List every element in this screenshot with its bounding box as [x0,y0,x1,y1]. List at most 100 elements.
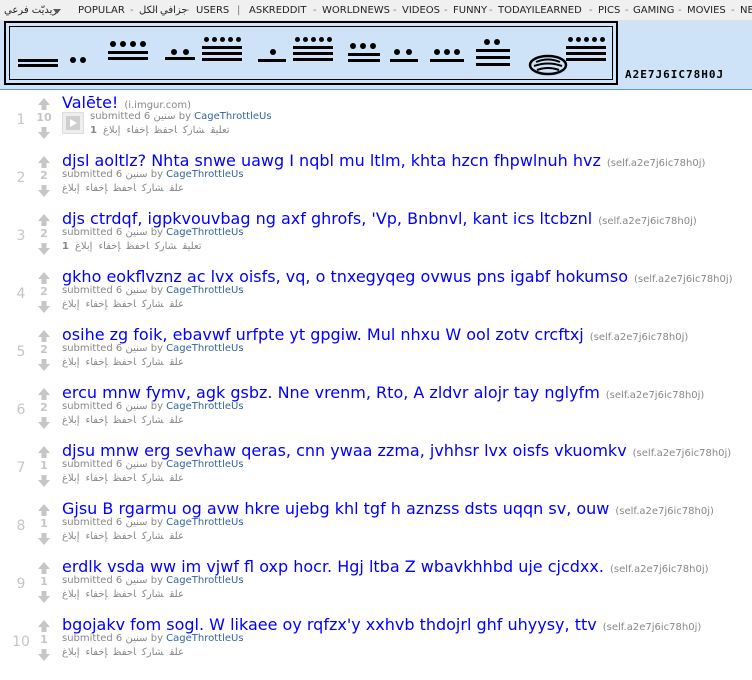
share-button[interactable]: شارك [142,299,164,310]
comments-button[interactable]: علق [170,415,184,426]
save-button[interactable]: احفظ [114,473,137,484]
comments-button[interactable]: علق [170,531,184,542]
nav-users[interactable]: USERS [196,5,229,17]
post-domain[interactable]: (self.a2e7j6ic78h0j) [590,332,689,343]
nav-todayilearned[interactable]: TODAYILEARNED [498,5,582,17]
post-domain[interactable]: (self.a2e7j6ic78h0j) [598,216,697,227]
post-title-link[interactable]: djs ctrdqf, igpkvouvbag ng axf ghrofs, '… [62,209,592,228]
save-button[interactable]: احفظ [127,241,150,252]
share-button[interactable]: شارك [183,125,205,136]
report-button[interactable]: إبلاغ [62,589,80,600]
comments-button[interactable]: علق [170,299,184,310]
hide-button[interactable]: إخفاء [86,183,108,194]
report-button[interactable]: إبلاغ [62,531,80,542]
upvote-arrow-icon[interactable] [37,329,51,343]
hide-button[interactable]: إخفاء [86,589,108,600]
author-link[interactable]: CageThrottleUs [166,343,243,354]
downvote-arrow-icon[interactable] [37,242,51,256]
report-button[interactable]: إبلاغ [62,647,80,658]
upvote-arrow-icon[interactable] [37,97,51,111]
report-button[interactable]: إبلاغ [75,241,93,252]
post-title-link[interactable]: djsl aoltlz? Nhta snwe uawg I nqbl mu lt… [62,151,601,170]
hide-button[interactable]: إخفاء [86,647,108,658]
post-title-link[interactable]: bgojakv fom sogl. W likaee oy rqfzx'y xx… [62,615,597,634]
author-link[interactable]: CageThrottleUs [166,401,243,412]
subreddit-name-link[interactable]: A2E7J6IC78H0J [625,68,724,81]
post-title-link[interactable]: djsu mnw erg sevhaw qeras, cnn ywaa zzma… [62,441,627,460]
post-domain[interactable]: (i.imgur.com) [124,100,191,111]
save-button[interactable]: احفظ [114,183,137,194]
comments-button[interactable]: علق [170,357,184,368]
nav-news[interactable]: NE [740,5,752,17]
share-button[interactable]: شارك [142,589,164,600]
post-domain[interactable]: (self.a2e7j6ic78h0j) [615,506,714,517]
upvote-arrow-icon[interactable] [37,445,51,459]
hide-button[interactable]: إخفاء [86,473,108,484]
nav-funny[interactable]: FUNNY [453,5,487,17]
comments-button[interactable]: علق [170,647,184,658]
downvote-arrow-icon[interactable] [37,300,51,314]
nav-videos[interactable]: VIDEOS [402,5,440,17]
share-button[interactable]: شارك [142,357,164,368]
author-link[interactable]: CageThrottleUs [166,169,243,180]
post-title-link[interactable]: Gjsu B rgarmu og avw hkre ujebg khl tgf … [62,499,609,518]
post-domain[interactable]: (self.a2e7j6ic78h0j) [607,158,706,169]
share-button[interactable]: شارك [142,473,164,484]
post-domain[interactable]: (self.a2e7j6ic78h0j) [634,274,733,285]
save-button[interactable]: احفظ [114,647,137,658]
nav-movies[interactable]: MOVIES [687,5,726,17]
post-title-link[interactable]: ercu mnw fymv, agk gsbz. Nne vrenm, Rto,… [62,383,600,402]
report-button[interactable]: إبلاغ [62,473,80,484]
post-title-link[interactable]: gkho eokflvznz ac lvx oisfs, vq, o tnxeg… [62,267,628,286]
upvote-arrow-icon[interactable] [37,155,51,169]
downvote-arrow-icon[interactable] [37,416,51,430]
save-button[interactable]: احفظ [114,531,137,542]
downvote-arrow-icon[interactable] [37,648,51,662]
downvote-arrow-icon[interactable] [37,126,51,140]
upvote-arrow-icon[interactable] [37,213,51,227]
share-button[interactable]: شارك [142,531,164,542]
self-post-thumbnail-icon[interactable] [62,112,84,134]
report-button[interactable]: إبلاغ [62,415,80,426]
nav-popular[interactable]: POPULAR [78,5,125,17]
downvote-arrow-icon[interactable] [37,590,51,604]
author-link[interactable]: CageThrottleUs [166,227,243,238]
upvote-arrow-icon[interactable] [37,503,51,517]
comments-button[interactable]: علق [170,473,184,484]
save-button[interactable]: احفظ [114,415,137,426]
post-domain[interactable]: (self.a2e7j6ic78h0j) [633,448,732,459]
hide-button[interactable]: إخفاء [98,241,120,252]
downvote-arrow-icon[interactable] [37,184,51,198]
report-button[interactable]: إبلاغ [62,299,80,310]
hide-button[interactable]: إخفاء [86,299,108,310]
report-button[interactable]: إبلاغ [62,183,80,194]
author-link[interactable]: CageThrottleUs [166,285,243,296]
author-link[interactable]: CageThrottleUs [166,459,243,470]
nav-askreddit[interactable]: ASKREDDIT [249,5,306,17]
post-title-link[interactable]: erdlk vsda ww im vjwf fl oxp hocr. Hgj l… [62,557,604,576]
report-button[interactable]: إبلاغ [103,125,121,136]
author-link[interactable]: CageThrottleUs [166,575,243,586]
hide-button[interactable]: إخفاء [86,415,108,426]
hide-button[interactable]: إخفاء [86,357,108,368]
post-domain[interactable]: (self.a2e7j6ic78h0j) [606,390,705,401]
author-link[interactable]: CageThrottleUs [166,517,243,528]
comment-count[interactable]: 1 [90,125,97,136]
share-button[interactable]: شارك [142,647,164,658]
comments-button[interactable]: علق [170,183,184,194]
comment-count[interactable]: 1 [62,241,69,252]
nav-pics[interactable]: PICS [598,5,620,17]
save-button[interactable]: احفظ [114,357,137,368]
downvote-arrow-icon[interactable] [37,532,51,546]
hide-button[interactable]: إخفاء [126,125,148,136]
share-button[interactable]: شارك [155,241,177,252]
share-button[interactable]: شارك [142,415,164,426]
report-button[interactable]: إبلاغ [62,357,80,368]
nav-random[interactable]: جزافي [160,5,188,17]
save-button[interactable]: احفظ [155,125,178,136]
comments-button[interactable]: تعليق [183,241,202,252]
comments-button[interactable]: تعليق [211,125,230,136]
upvote-arrow-icon[interactable] [37,619,51,633]
author-link[interactable]: CageThrottleUs [194,111,271,122]
post-domain[interactable]: (self.a2e7j6ic78h0j) [610,564,709,575]
